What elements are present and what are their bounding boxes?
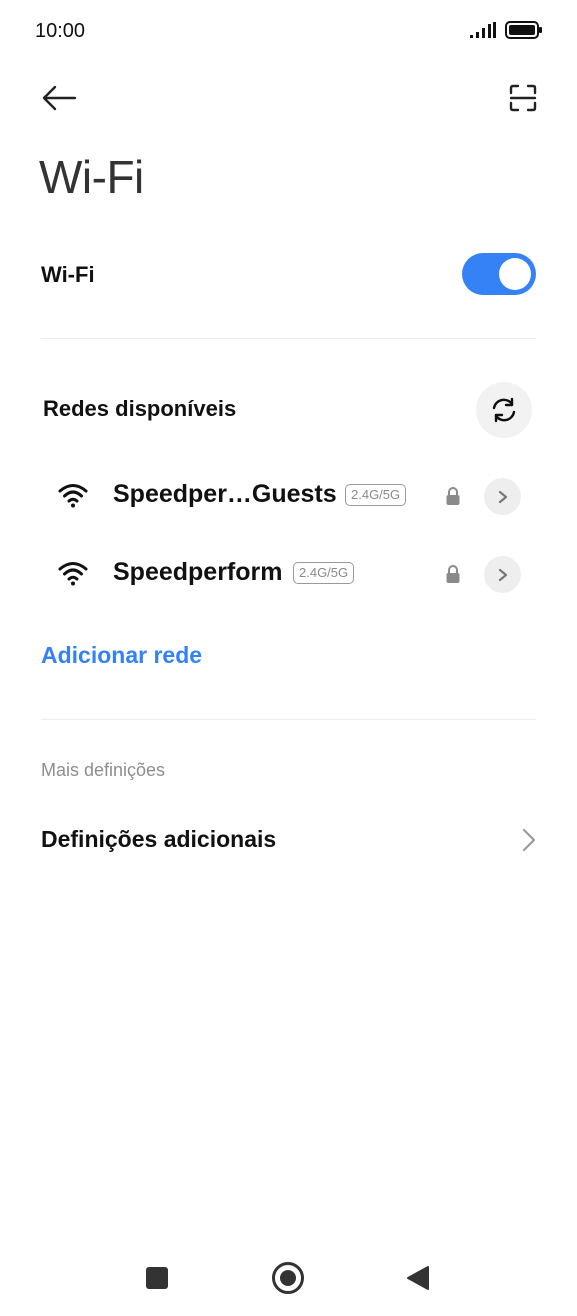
battery-full-icon: [505, 21, 542, 39]
system-nav-bar: [0, 1240, 577, 1316]
network-band-badge: 2.4G/5G: [345, 484, 407, 506]
top-bar: [0, 70, 577, 126]
lock-icon: [446, 565, 460, 583]
lock-icon: [446, 487, 460, 505]
available-networks-title: Redes disponíveis: [43, 396, 237, 421]
refresh-icon: [492, 397, 516, 423]
chevron-right-icon: [498, 490, 507, 503]
network-details-button[interactable]: [484, 556, 521, 593]
back-button[interactable]: [38, 80, 80, 116]
square-icon: [146, 1267, 168, 1289]
network-band-badge: 2.4G/5G: [293, 562, 355, 584]
network-name: Speedperform: [113, 558, 283, 586]
wifi-toggle-row: Wi-Fi: [0, 240, 577, 310]
signal-bars-icon: [470, 22, 496, 38]
wifi-signal-icon: [58, 484, 88, 508]
status-time: 10:00: [35, 20, 86, 42]
more-settings-section-title: Mais definições: [41, 760, 166, 780]
network-name: Speedper…Guests: [113, 480, 337, 508]
qr-scan-button[interactable]: [505, 80, 541, 116]
circle-home-icon: [272, 1262, 304, 1294]
chevron-right-icon: [498, 568, 507, 581]
wifi-toggle-label: Wi-Fi: [41, 262, 95, 287]
home-button[interactable]: [268, 1258, 308, 1298]
status-bar: 10:00: [0, 0, 577, 64]
additional-settings-item[interactable]: Definições adicionais: [0, 808, 577, 872]
recents-button[interactable]: [137, 1258, 177, 1298]
qr-scan-icon: [509, 84, 537, 112]
page-title: Wi-Fi: [39, 151, 144, 203]
network-item[interactable]: Speedperform 2.4G/5G: [0, 542, 577, 606]
chevron-right-icon: [522, 828, 536, 852]
arrow-left-icon: [42, 85, 77, 111]
triangle-back-icon: [407, 1266, 429, 1290]
toggle-knob: [499, 258, 531, 290]
divider: [41, 719, 536, 720]
nav-back-button[interactable]: [398, 1258, 438, 1298]
status-icons: [469, 20, 543, 40]
additional-settings-label: Definições adicionais: [41, 826, 277, 852]
divider: [41, 338, 536, 339]
wifi-signal-icon: [58, 562, 88, 586]
network-item[interactable]: Speedper…Guests 2.4G/5G: [0, 464, 577, 528]
add-network-link[interactable]: Adicionar rede: [41, 642, 202, 669]
network-details-button[interactable]: [484, 478, 521, 515]
wifi-toggle-switch[interactable]: [462, 253, 536, 295]
refresh-button[interactable]: [476, 382, 532, 438]
